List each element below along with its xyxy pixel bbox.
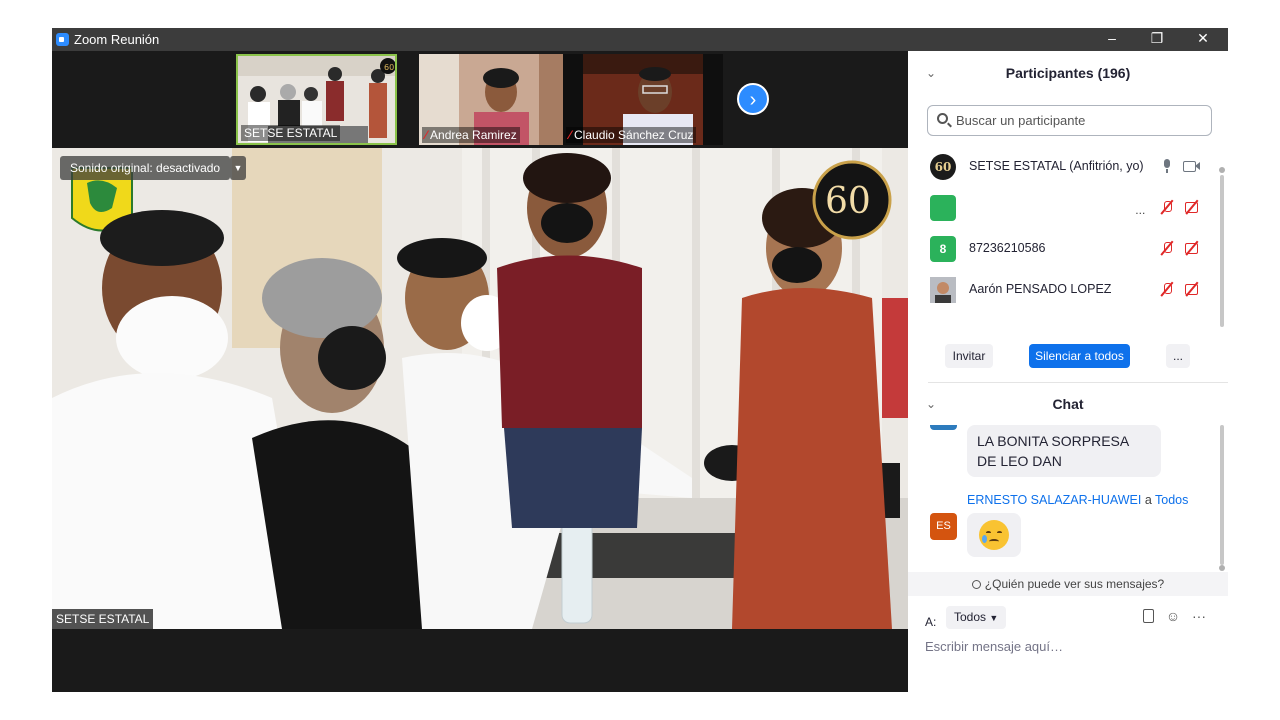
participants-header: ⌄ Participantes (196)	[908, 51, 1228, 95]
chevron-down-icon[interactable]: ⌄	[926, 382, 936, 426]
window-title: Zoom Reunión	[74, 32, 160, 47]
microphone-muted-icon[interactable]	[1159, 282, 1175, 296]
chat-message-input[interactable]	[925, 639, 1215, 654]
speaker-video	[52, 148, 908, 629]
chat-title: Chat	[1052, 396, 1084, 412]
thumbnail-andrea[interactable]: ⁄ Andrea Ramirez	[419, 54, 580, 145]
message-sender-line: ERNESTO SALAZAR-HUAWEI a Todos	[967, 493, 1189, 507]
participant-row[interactable]: ...	[908, 188, 1218, 229]
scroll-up-icon[interactable]	[1219, 167, 1225, 173]
chat-message	[967, 513, 1021, 557]
avatar-photo	[930, 277, 956, 303]
sender-name[interactable]: ERNESTO SALAZAR-HUAWEI	[967, 493, 1141, 507]
anniversary-badge-text: 60	[825, 181, 871, 222]
microphone-muted-icon[interactable]	[1159, 200, 1175, 214]
participant-search-input[interactable]: Buscar un participante	[927, 105, 1212, 136]
restore-button[interactable]: ❐	[1142, 30, 1172, 48]
zoom-logo-icon	[56, 33, 69, 46]
camera-icon[interactable]	[1183, 159, 1200, 173]
invite-button[interactable]: Invitar	[945, 344, 993, 368]
search-placeholder: Buscar un participante	[956, 113, 1086, 128]
scroll-down-icon[interactable]	[1219, 565, 1225, 571]
thumbnail-claudio[interactable]: ⁄ Claudio Sánchez Cruz	[563, 54, 723, 145]
camera-off-icon[interactable]	[1184, 200, 1200, 214]
message-privacy-link[interactable]: ¿Quién puede ver sus mensajes?	[908, 572, 1228, 596]
close-button[interactable]: ✕	[1188, 30, 1218, 48]
avatar	[930, 425, 957, 430]
mic-muted-icon: ⁄	[425, 128, 428, 142]
participant-row[interactable]: 60 SETSE ESTATAL (Anfitrión, yo)	[908, 147, 1218, 188]
file-icon[interactable]	[1142, 609, 1154, 623]
participant-name: Aarón PENSADO LOPEZ	[969, 282, 1112, 296]
crying-face-icon	[979, 520, 1009, 550]
speaker-name-label: SETSE ESTATAL	[52, 609, 154, 629]
more-options-icon[interactable]: ···	[1192, 608, 1206, 624]
recipient-select[interactable]: Todos ▼	[946, 606, 1007, 629]
side-panel: ⌄ Participantes (196) Buscar un particip…	[908, 51, 1228, 692]
thumbnail-name: ⁄ Claudio Sánchez Cruz	[566, 127, 697, 143]
participants-title: Participantes (196)	[1005, 65, 1131, 81]
person-icon	[971, 580, 981, 589]
avatar: 8	[930, 236, 956, 262]
mic-muted-icon: ⁄	[569, 128, 572, 142]
mute-all-button[interactable]: Silenciar a todos	[1029, 344, 1130, 368]
thumbnail-name: ⁄ Andrea Ramirez	[422, 127, 520, 143]
camera-off-icon[interactable]	[1184, 282, 1200, 296]
microphone-muted-icon[interactable]	[1159, 241, 1175, 255]
thumbnail-strip: 60 SETSE ESTATAL ⁄ Andrea Ramirez ⁄ Clau…	[52, 51, 908, 148]
recipient-name: Todos	[1155, 493, 1189, 507]
more-options-icon[interactable]: ...	[1135, 203, 1145, 217]
chevron-down-icon: ▼	[989, 613, 999, 623]
next-page-icon[interactable]: ›	[737, 83, 769, 115]
thumbnail-name: SETSE ESTATAL	[241, 125, 341, 141]
participant-name: SETSE ESTATAL (Anfitrión, yo)	[969, 159, 1144, 173]
participants-scrollbar[interactable]	[1220, 175, 1224, 327]
camera-off-icon[interactable]	[1184, 241, 1200, 255]
more-button[interactable]: ...	[1166, 344, 1190, 368]
avatar	[930, 277, 956, 303]
to-label: A:	[925, 615, 937, 629]
participant-name: 87236210586	[969, 241, 1046, 255]
chat-header: ⌄ Chat	[908, 382, 1228, 426]
video-area: 60 SETSE ESTATAL ⁄ Andrea Ramirez ⁄ Clau…	[52, 51, 908, 692]
zoom-window: Zoom Reunión – ❐ ✕ 60 SETSE ESTATAL ⁄ An…	[52, 28, 1228, 692]
avatar	[930, 195, 956, 221]
main-video: 60 Sonido original: desactivado ▼ SETSE …	[52, 148, 908, 629]
chat-messages: LA BONITA SORPRESA DE LEO DAN ERNESTO SA…	[908, 425, 1228, 571]
chevron-down-icon[interactable]: ▼	[230, 156, 246, 180]
search-icon	[937, 113, 948, 124]
thumbnail-setse[interactable]: 60 SETSE ESTATAL	[236, 54, 397, 145]
participant-row[interactable]: 8 87236210586	[908, 229, 1218, 270]
participant-list: 60 SETSE ESTATAL (Anfitrión, yo) ... 8 8	[908, 147, 1228, 307]
avatar: ES	[930, 513, 957, 540]
chat-message: LA BONITA SORPRESA DE LEO DAN	[967, 425, 1161, 477]
title-bar: Zoom Reunión – ❐ ✕	[52, 28, 1228, 51]
original-sound-toggle[interactable]: Sonido original: desactivado	[60, 156, 231, 180]
microphone-icon[interactable]	[1160, 159, 1174, 173]
emoji-icon[interactable]: ☺	[1166, 608, 1180, 624]
participant-row[interactable]: Aarón PENSADO LOPEZ	[908, 270, 1218, 311]
chevron-down-icon[interactable]: ⌄	[926, 51, 936, 95]
avatar: 60	[930, 154, 956, 180]
minimize-button[interactable]: –	[1097, 30, 1127, 48]
chat-scrollbar[interactable]	[1220, 425, 1224, 565]
svg-text:60: 60	[384, 63, 394, 72]
chat-tools: ☺ ···	[1135, 608, 1206, 624]
